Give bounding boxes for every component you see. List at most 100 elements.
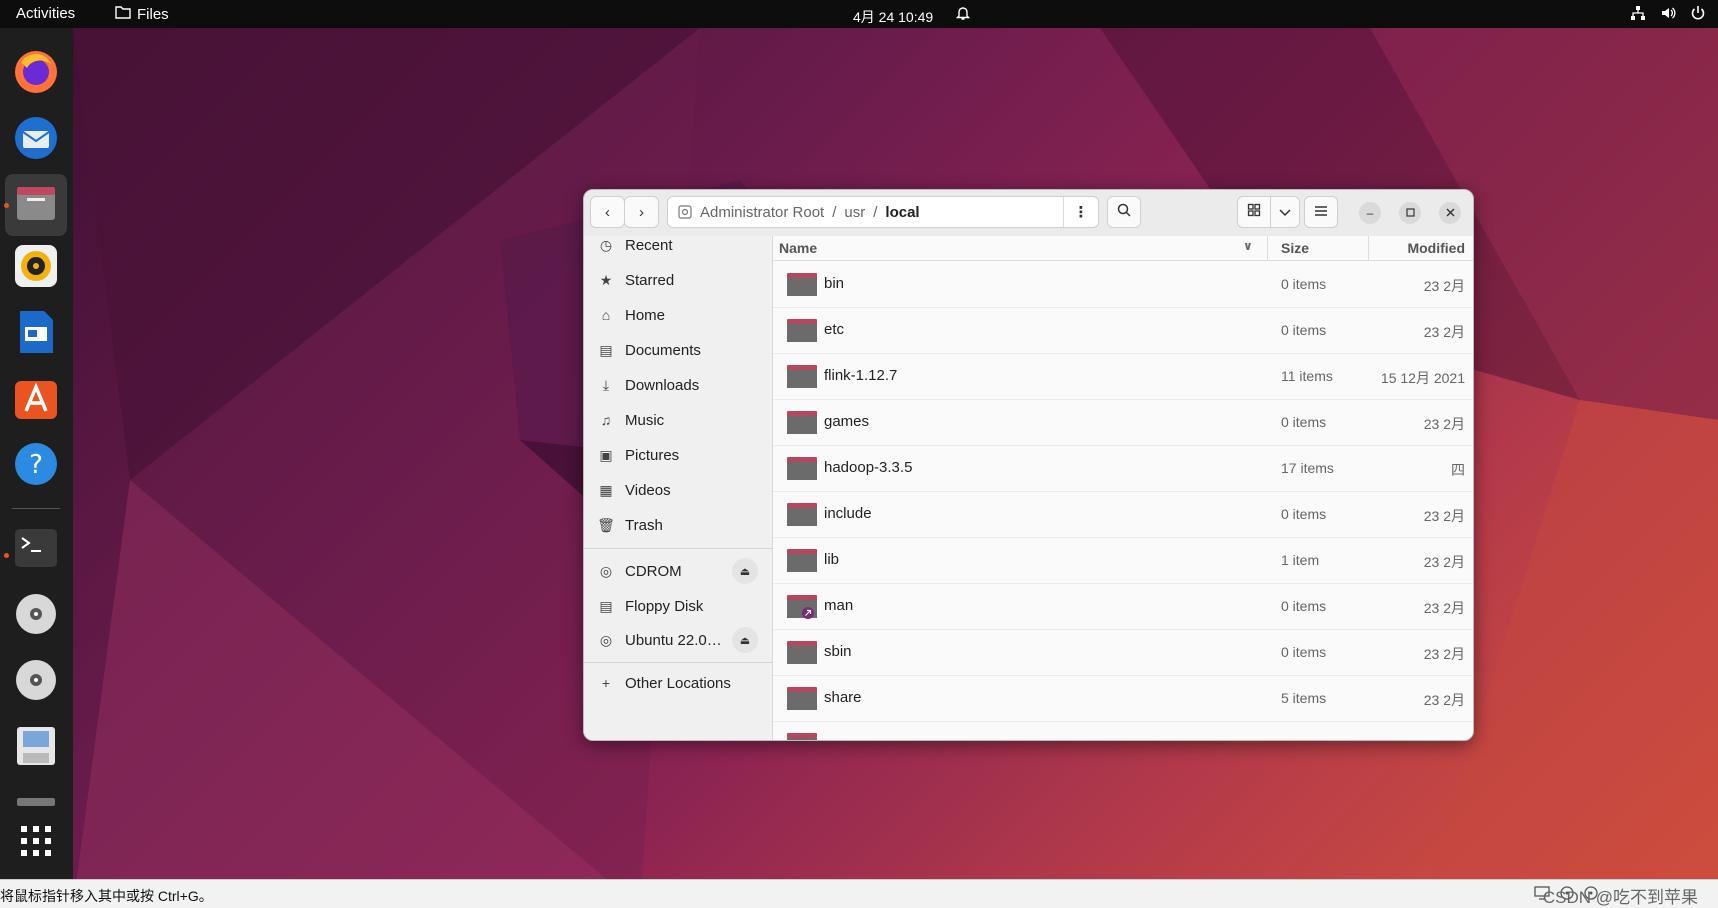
file-size: 0 items <box>1281 322 1327 338</box>
show-apps-icon[interactable] <box>11 816 61 866</box>
path-segment-usr[interactable]: usr <box>836 204 873 221</box>
folder-icon <box>786 271 818 297</box>
sidebar-item-ubuntu[interactable]: ◎ Ubuntu 22.0… ⏏ <box>584 623 772 657</box>
sidebar-item-trash[interactable]: 🗑︎ Trash <box>584 508 772 542</box>
sidebar-item-label: Floppy Disk <box>625 597 704 615</box>
file-modified: 23 2月 <box>1423 646 1465 662</box>
minimize-button[interactable]: – <box>1359 202 1381 224</box>
file-modified: 23 2月 <box>1423 600 1465 616</box>
music-icon: ♫ <box>600 412 612 428</box>
network-icon <box>1630 5 1646 25</box>
running-indicator <box>4 203 9 208</box>
clock[interactable]: 4月 24 10:49 <box>853 7 933 27</box>
file-modified: 23 2月 <box>1423 692 1465 708</box>
table-row[interactable]: flink-1.12.7 11 items 15 12月 2021 <box>773 353 1473 400</box>
maximize-button[interactable] <box>1399 202 1421 224</box>
chevron-down-icon <box>1279 204 1291 221</box>
table-row[interactable]: man 0 items 23 2月 <box>773 583 1473 630</box>
dock-separator <box>12 508 60 509</box>
activities-button[interactable]: Activities <box>16 5 75 22</box>
column-name[interactable]: Name <box>779 240 817 256</box>
view-options-button[interactable] <box>1270 196 1300 228</box>
back-button[interactable]: ‹ <box>590 196 625 228</box>
column-divider <box>1368 236 1369 260</box>
search-button[interactable] <box>1107 196 1141 228</box>
folder-icon <box>786 363 818 389</box>
bell-icon[interactable] <box>955 5 971 25</box>
file-name: man <box>824 597 854 614</box>
file-name: sbin <box>824 643 852 660</box>
path-segment-current[interactable]: local <box>877 204 927 221</box>
help-icon[interactable]: ? <box>11 439 61 489</box>
app-menu-files[interactable]: Files <box>115 5 169 23</box>
folder-icon <box>786 409 818 435</box>
file-size: 0 items <box>1281 644 1327 660</box>
sidebar-item-label: Music <box>625 411 665 429</box>
document-icon: ▤ <box>599 341 613 358</box>
sidebar-item-label: Other Locations <box>625 674 731 692</box>
drive-icon[interactable] <box>11 793 61 806</box>
file-modified: 23 2月 <box>1423 278 1465 294</box>
table-row[interactable]: bin 0 items 23 2月 <box>773 261 1473 308</box>
table-row[interactable]: lib 1 item 23 2月 <box>773 537 1473 584</box>
thunderbird-icon[interactable] <box>11 113 61 163</box>
disc-icon[interactable] <box>11 589 61 639</box>
sidebar-item-floppy-disk[interactable]: ▤ Floppy Disk <box>584 589 772 623</box>
table-row[interactable]: etc 0 items 23 2月 <box>773 307 1473 354</box>
hamburger-icon <box>1314 204 1328 221</box>
close-button[interactable] <box>1439 202 1461 224</box>
sidebar-item-cdrom[interactable]: ◎ CDROM ⏏ <box>584 554 772 588</box>
sidebar-item-pictures[interactable]: ▣ Pictures <box>584 438 772 472</box>
table-row[interactable] <box>773 721 1473 740</box>
file-name: games <box>824 413 870 430</box>
disc-icon[interactable] <box>11 655 61 705</box>
path-segment-root[interactable]: Administrator Root <box>692 204 832 221</box>
sidebar-item-downloads[interactable]: ⤓ Downloads <box>584 368 772 402</box>
file-size: 0 items <box>1281 414 1327 430</box>
rhythmbox-icon[interactable] <box>11 241 61 291</box>
forward-button[interactable]: › <box>624 196 659 228</box>
file-name: lib <box>824 551 840 568</box>
path-bar[interactable]: Administrator Root / usr / local ⋮ <box>667 196 1099 228</box>
eject-icon[interactable]: ⏏ <box>732 558 758 584</box>
files-icon[interactable] <box>5 174 67 236</box>
main-menu-button[interactable] <box>1304 196 1338 228</box>
kebab-menu-icon[interactable]: ⋮ <box>1063 197 1098 227</box>
sidebar-item-recent[interactable]: ◷ Recent <box>584 228 772 262</box>
table-row[interactable]: share 5 items 23 2月 <box>773 675 1473 722</box>
sidebar-item-other-locations[interactable]: + Other Locations <box>584 666 772 700</box>
sidebar-item-label: CDROM <box>625 562 682 580</box>
sidebar-item-starred[interactable]: ★ Starred <box>584 263 772 297</box>
table-row[interactable]: include 0 items 23 2月 <box>773 491 1473 538</box>
volume-icon <box>1660 5 1676 25</box>
folder-icon <box>786 501 818 527</box>
sidebar-item-music[interactable]: ♫ Music <box>584 403 772 437</box>
folder-icon <box>786 317 818 343</box>
file-size: 0 items <box>1281 276 1327 292</box>
chevron-left-icon: ‹ <box>605 203 610 221</box>
view-grid-button[interactable] <box>1237 196 1271 228</box>
folder-icon <box>786 455 818 481</box>
terminal-icon[interactable] <box>11 523 61 573</box>
sort-chevron-down-icon[interactable]: ∨ <box>1243 239 1253 253</box>
folder-icon <box>786 593 818 619</box>
table-row[interactable]: sbin 0 items 23 2月 <box>773 629 1473 676</box>
sidebar-item-documents[interactable]: ▤ Documents <box>584 333 772 367</box>
vm-hint-text: 将鼠标指针移入其中或按 Ctrl+G。 <box>0 888 213 904</box>
system-tray[interactable] <box>1630 5 1706 25</box>
folder-icon <box>115 5 131 23</box>
app-center-icon[interactable] <box>11 373 61 423</box>
sidebar-item-home[interactable]: ⌂ Home <box>584 298 772 332</box>
table-row[interactable]: hadoop-3.3.5 17 items 四 <box>773 445 1473 492</box>
floppy-icon[interactable] <box>11 721 61 771</box>
sidebar-item-videos[interactable]: ▦ Videos <box>584 473 772 507</box>
file-modified: 23 2月 <box>1423 324 1465 340</box>
writer-icon[interactable] <box>11 307 61 357</box>
column-size[interactable]: Size <box>1281 240 1309 256</box>
firefox-icon[interactable] <box>11 47 61 97</box>
video-icon: ▦ <box>599 481 613 498</box>
sidebar-item-label: Videos <box>625 481 671 499</box>
eject-icon[interactable]: ⏏ <box>732 627 758 653</box>
column-modified[interactable]: Modified <box>1407 240 1465 256</box>
table-row[interactable]: games 0 items 23 2月 <box>773 399 1473 446</box>
